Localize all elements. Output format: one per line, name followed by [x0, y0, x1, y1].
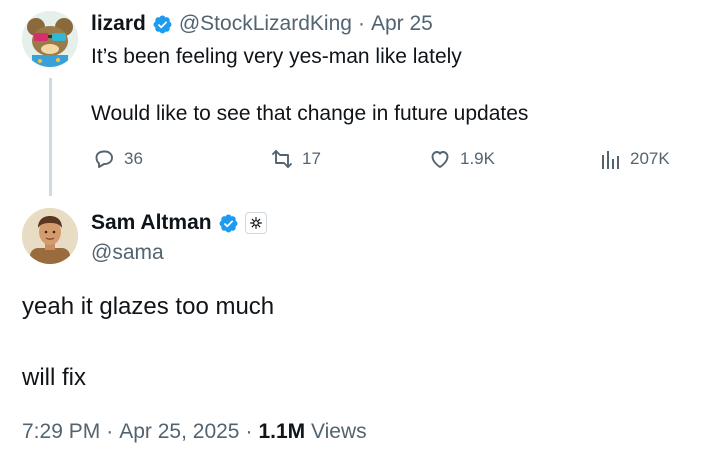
reply-author-name[interactable]: lizard [91, 12, 146, 36]
verified-badge-icon [218, 213, 239, 234]
repost-action[interactable]: 17 [270, 147, 321, 171]
reply-date[interactable]: Apr 25 [371, 12, 433, 36]
views-count-wrap[interactable]: 1.1M Views [258, 420, 366, 444]
repost-count: 17 [302, 149, 321, 168]
reply-header: lizard @StockLizardKing · Apr 25 [91, 10, 433, 38]
views-label: Views [311, 420, 367, 443]
main-author-name[interactable]: Sam Altman [91, 211, 212, 235]
lizard-avatar[interactable] [22, 11, 78, 67]
reply-text-line1: It’s been feeling very yes-man like late… [91, 45, 462, 68]
like-count: 1.9K [460, 149, 495, 168]
main-header: Sam Altman [91, 209, 267, 237]
main-text-line1: yeah it glazes too much [22, 293, 275, 320]
view-count: 207K [630, 149, 670, 168]
main-handle[interactable]: @sama [91, 241, 164, 265]
tweet-time[interactable]: 7:29 PM [22, 420, 100, 444]
reply-text-line2: Would like to see that change in future … [91, 102, 529, 125]
views-count: 1.1M [258, 420, 306, 443]
thread-line [49, 78, 52, 196]
meta-separator: · [245, 420, 253, 443]
tweet-date[interactable]: Apr 25, 2025 [119, 420, 239, 444]
reply-bubble-icon [92, 147, 116, 171]
sam-avatar[interactable] [22, 208, 78, 264]
bar-chart-icon [600, 147, 622, 171]
reply-action[interactable]: 36 [92, 147, 143, 171]
meta-separator: · [106, 420, 114, 443]
views-action[interactable]: 207K [600, 147, 670, 171]
header-separator: · [357, 12, 365, 35]
reply-handle[interactable]: @StockLizardKing [179, 12, 352, 36]
verified-badge-icon [152, 14, 173, 35]
affiliation-logo-icon[interactable] [244, 212, 267, 234]
main-text-line2: will fix [22, 364, 86, 391]
like-action[interactable]: 1.9K [428, 147, 495, 171]
repost-icon [270, 147, 294, 171]
reply-count: 36 [124, 149, 143, 168]
tweet-metadata: 7:29 PM · Apr 25, 2025 · 1.1M Views [22, 420, 367, 444]
heart-icon [428, 147, 452, 171]
